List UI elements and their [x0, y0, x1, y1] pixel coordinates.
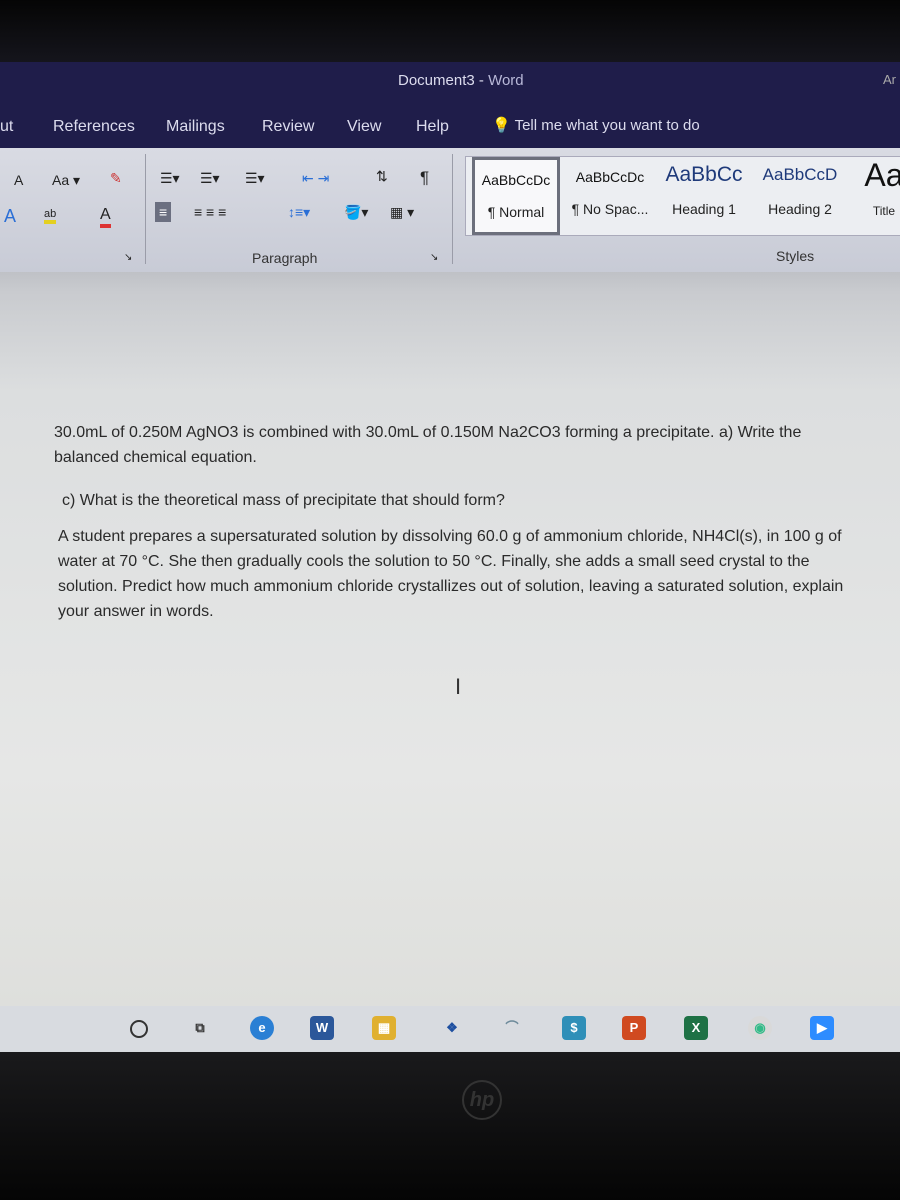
search-icon[interactable] [130, 1020, 148, 1038]
tab-layout[interactable]: ut [0, 118, 13, 136]
chrome-icon[interactable]: ◉ [748, 1016, 772, 1040]
indent-buttons[interactable]: ⇤ ⇥ [302, 170, 329, 187]
excel-icon[interactable]: X [684, 1016, 708, 1040]
bullets-button[interactable]: ☰▾ [160, 170, 180, 187]
paragraph-group-label: Paragraph [252, 250, 318, 266]
money-icon[interactable]: $ [562, 1016, 586, 1040]
tab-mailings[interactable]: Mailings [166, 118, 225, 136]
align-left-button[interactable]: ≡ [155, 202, 172, 222]
style-no-spacing[interactable]: AaBbCcDc ¶ No Spac... [564, 157, 656, 235]
numbering-button[interactable]: ☰▾ [200, 170, 220, 187]
task-view-icon[interactable]: ⧉ [188, 1016, 212, 1040]
window-title: Document3 - Word [398, 72, 524, 89]
font-dialog-launcher-icon[interactable]: ↘ [124, 252, 132, 263]
font-color-button[interactable]: A [100, 206, 111, 228]
text-effects-button[interactable]: A [4, 206, 16, 227]
divider [452, 154, 453, 264]
taskbar: ⧉ e W ▦ ❖ ⌒ $ P X ◉ ▶ [0, 1006, 900, 1052]
clear-formatting-icon[interactable]: ✎ [110, 170, 122, 187]
paragraph-dialog-launcher-icon[interactable]: ↘ [430, 252, 438, 263]
lightbulb-icon: 💡 [492, 117, 511, 134]
style-heading-2[interactable]: AaBbCcD Heading 2 [754, 157, 846, 235]
show-formatting-button[interactable]: ¶ [420, 168, 429, 188]
change-case-button[interactable]: Aa ▾ [52, 172, 80, 189]
line-spacing-button[interactable]: ↕≡▾ [288, 204, 310, 221]
tab-references[interactable]: References [53, 118, 135, 136]
tab-view[interactable]: View [347, 118, 381, 136]
tab-review[interactable]: Review [262, 118, 314, 136]
shading-button[interactable]: 🪣▾ [344, 204, 368, 221]
account-name[interactable]: Ar [883, 72, 896, 87]
zoom-icon[interactable]: ▶ [810, 1016, 834, 1040]
screen-bezel-top [0, 0, 900, 62]
style-heading-1[interactable]: AaBbCc Heading 1 [658, 157, 750, 235]
text-cursor-icon: I [455, 674, 462, 699]
style-normal[interactable]: AaBbCcDc ¶ Normal [472, 157, 560, 235]
powerpoint-icon[interactable]: P [622, 1016, 646, 1040]
divider [145, 154, 146, 264]
store-icon[interactable]: ▦ [372, 1016, 396, 1040]
document-paragraph[interactable]: A student prepares a supersaturated solu… [58, 524, 853, 624]
multilevel-list-button[interactable]: ☰▾ [245, 170, 265, 187]
document-paragraph[interactable]: c) What is the theoretical mass of preci… [62, 488, 862, 513]
highlight-color-button[interactable]: ab [44, 208, 57, 224]
grow-font-button[interactable]: A [14, 172, 23, 188]
styles-gallery: AaBbCcDc ¶ Normal AaBbCcDc ¶ No Spac... Aa… [465, 156, 900, 236]
tab-help[interactable]: Help [416, 118, 449, 136]
photos-icon[interactable]: ⌒ [500, 1016, 524, 1040]
hp-logo: hp [462, 1080, 502, 1120]
borders-button[interactable]: ▦ ▾ [390, 204, 414, 221]
screen-bezel-bottom: hp [0, 1052, 900, 1200]
tell-me-search[interactable]: 💡 Tell me what you want to do [492, 116, 700, 134]
edge-icon[interactable]: e [250, 1016, 274, 1040]
sort-button[interactable]: ⇅ [376, 168, 388, 185]
dropbox-icon[interactable]: ❖ [440, 1016, 464, 1040]
word-icon[interactable]: W [310, 1016, 334, 1040]
ribbon: A Aa ▾ ✎ A ab A ☰▾ ☰▾ ☰▾ ⇤ ⇥ ⇅ ¶ ≡ ≡ ≡ ≡… [0, 148, 900, 272]
title-bar: Document3 - Word Ar ut References Mailin… [0, 62, 900, 148]
document-page[interactable]: 30.0mL of 0.250M AgNO3 is combined with … [0, 272, 900, 1008]
align-buttons[interactable]: ≡ ≡ ≡ [194, 204, 226, 220]
styles-group-label: Styles [776, 248, 815, 264]
document-paragraph[interactable]: 30.0mL of 0.250M AgNO3 is combined with … [54, 420, 854, 470]
style-title[interactable]: Aa Title [854, 157, 900, 235]
